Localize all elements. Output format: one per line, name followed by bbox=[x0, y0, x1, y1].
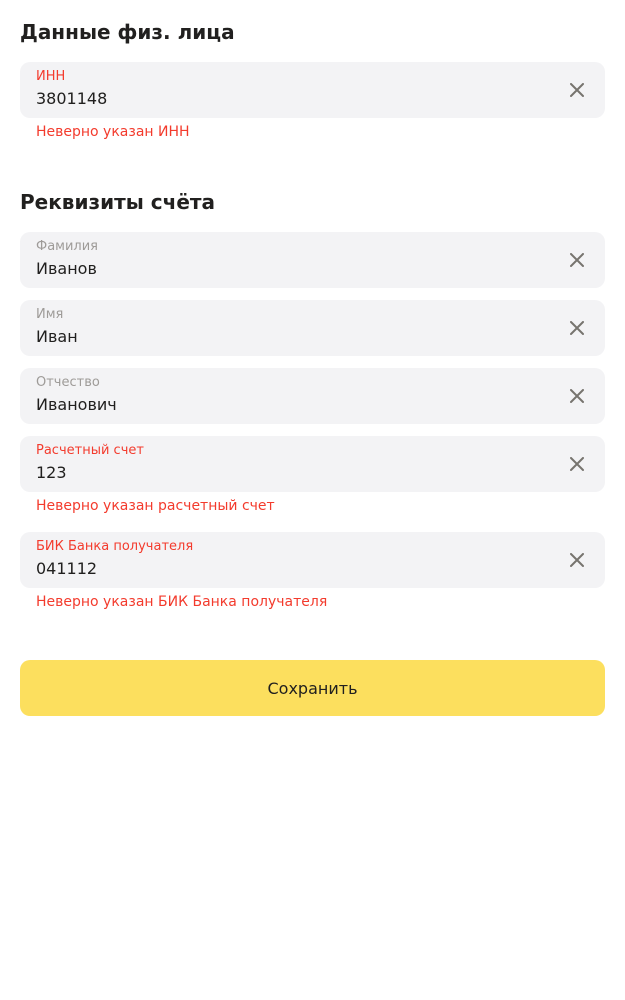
inn-field[interactable]: ИНН bbox=[20, 62, 605, 118]
inn-label: ИНН bbox=[36, 69, 66, 84]
account-number-input[interactable] bbox=[36, 463, 536, 483]
close-icon bbox=[570, 553, 584, 567]
first-name-label: Имя bbox=[36, 307, 64, 322]
first-name-field[interactable]: Имя bbox=[20, 300, 605, 356]
close-icon bbox=[570, 389, 584, 403]
last-name-clear-button[interactable] bbox=[567, 250, 587, 270]
save-button[interactable]: Сохранить bbox=[20, 660, 605, 716]
close-icon bbox=[570, 253, 584, 267]
first-name-clear-button[interactable] bbox=[567, 318, 587, 338]
account-details-title: Реквизиты счёта bbox=[20, 190, 215, 214]
bik-clear-button[interactable] bbox=[567, 550, 587, 570]
last-name-field[interactable]: Фамилия bbox=[20, 232, 605, 288]
bik-input[interactable] bbox=[36, 559, 536, 579]
patronymic-clear-button[interactable] bbox=[567, 386, 587, 406]
bik-error: Неверно указан БИК Банка получателя bbox=[36, 594, 328, 610]
account-number-error: Неверно указан расчетный счет bbox=[36, 498, 275, 514]
close-icon bbox=[570, 83, 584, 97]
close-icon bbox=[570, 457, 584, 471]
patronymic-input[interactable] bbox=[36, 395, 536, 415]
account-number-clear-button[interactable] bbox=[567, 454, 587, 474]
inn-error: Неверно указан ИНН bbox=[36, 124, 190, 140]
last-name-label: Фамилия bbox=[36, 239, 98, 254]
bik-field[interactable]: БИК Банка получателя bbox=[20, 532, 605, 588]
inn-clear-button[interactable] bbox=[567, 80, 587, 100]
account-number-label: Расчетный счет bbox=[36, 443, 144, 458]
patronymic-field[interactable]: Отчество bbox=[20, 368, 605, 424]
bik-label: БИК Банка получателя bbox=[36, 539, 194, 554]
patronymic-label: Отчество bbox=[36, 375, 100, 390]
last-name-input[interactable] bbox=[36, 259, 536, 279]
first-name-input[interactable] bbox=[36, 327, 536, 347]
close-icon bbox=[570, 321, 584, 335]
account-number-field[interactable]: Расчетный счет bbox=[20, 436, 605, 492]
inn-input[interactable] bbox=[36, 89, 536, 109]
personal-data-title: Данные физ. лица bbox=[20, 20, 235, 44]
